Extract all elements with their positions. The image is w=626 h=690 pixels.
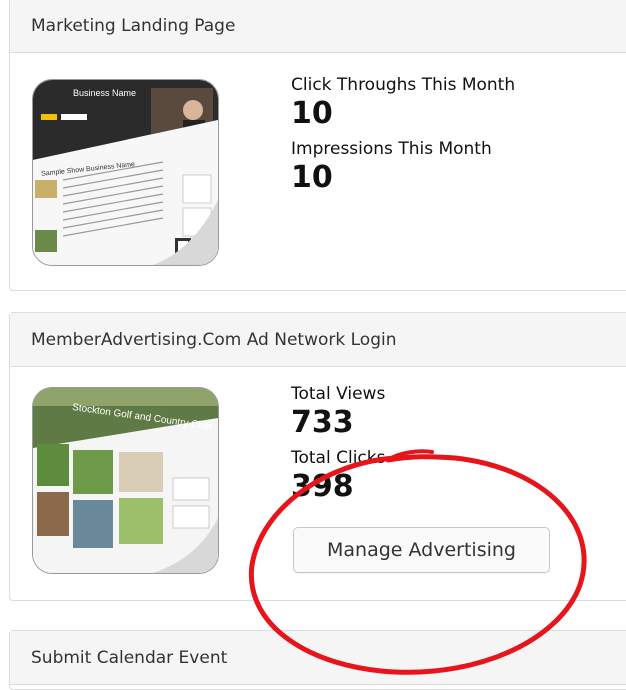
click-throughs-value: 10	[291, 96, 333, 131]
marketing-stats: Click Throughs This Month 10 Impressions…	[291, 74, 515, 202]
total-views-value: 733	[291, 405, 354, 440]
impressions-label: Impressions This Month	[291, 139, 492, 159]
ad-network-panel: MemberAdvertising.Com Ad Network Login S…	[9, 312, 626, 601]
total-clicks-label: Total Clicks	[291, 448, 386, 468]
total-views-label: Total Views	[291, 384, 386, 404]
ad-network-stats: Total Views 733 Total Clicks 398	[291, 383, 385, 511]
manage-advertising-button[interactable]: Manage Advertising	[293, 527, 550, 573]
ad-network-thumbnail[interactable]: Stockton Golf and Country Club	[32, 387, 219, 574]
landing-page-thumbnail[interactable]: Business Name Sample Show Business Name	[32, 79, 219, 266]
total-clicks-value: 398	[291, 469, 354, 504]
panel-header: MemberAdvertising.Com Ad Network Login	[10, 313, 626, 367]
panel-title: MemberAdvertising.Com Ad Network Login	[31, 329, 397, 350]
panel-header: Marketing Landing Page	[10, 0, 626, 53]
panel-title: Submit Calendar Event	[31, 647, 228, 668]
click-throughs-label: Click Throughs This Month	[291, 75, 516, 95]
thumb-caption: Business Name	[73, 88, 137, 98]
calendar-event-panel: Submit Calendar Event	[9, 630, 626, 690]
impressions-value: 10	[291, 160, 333, 195]
panel-title: Marketing Landing Page	[31, 15, 236, 36]
marketing-landing-panel: Marketing Landing Page Business Name Sam…	[9, 0, 626, 291]
